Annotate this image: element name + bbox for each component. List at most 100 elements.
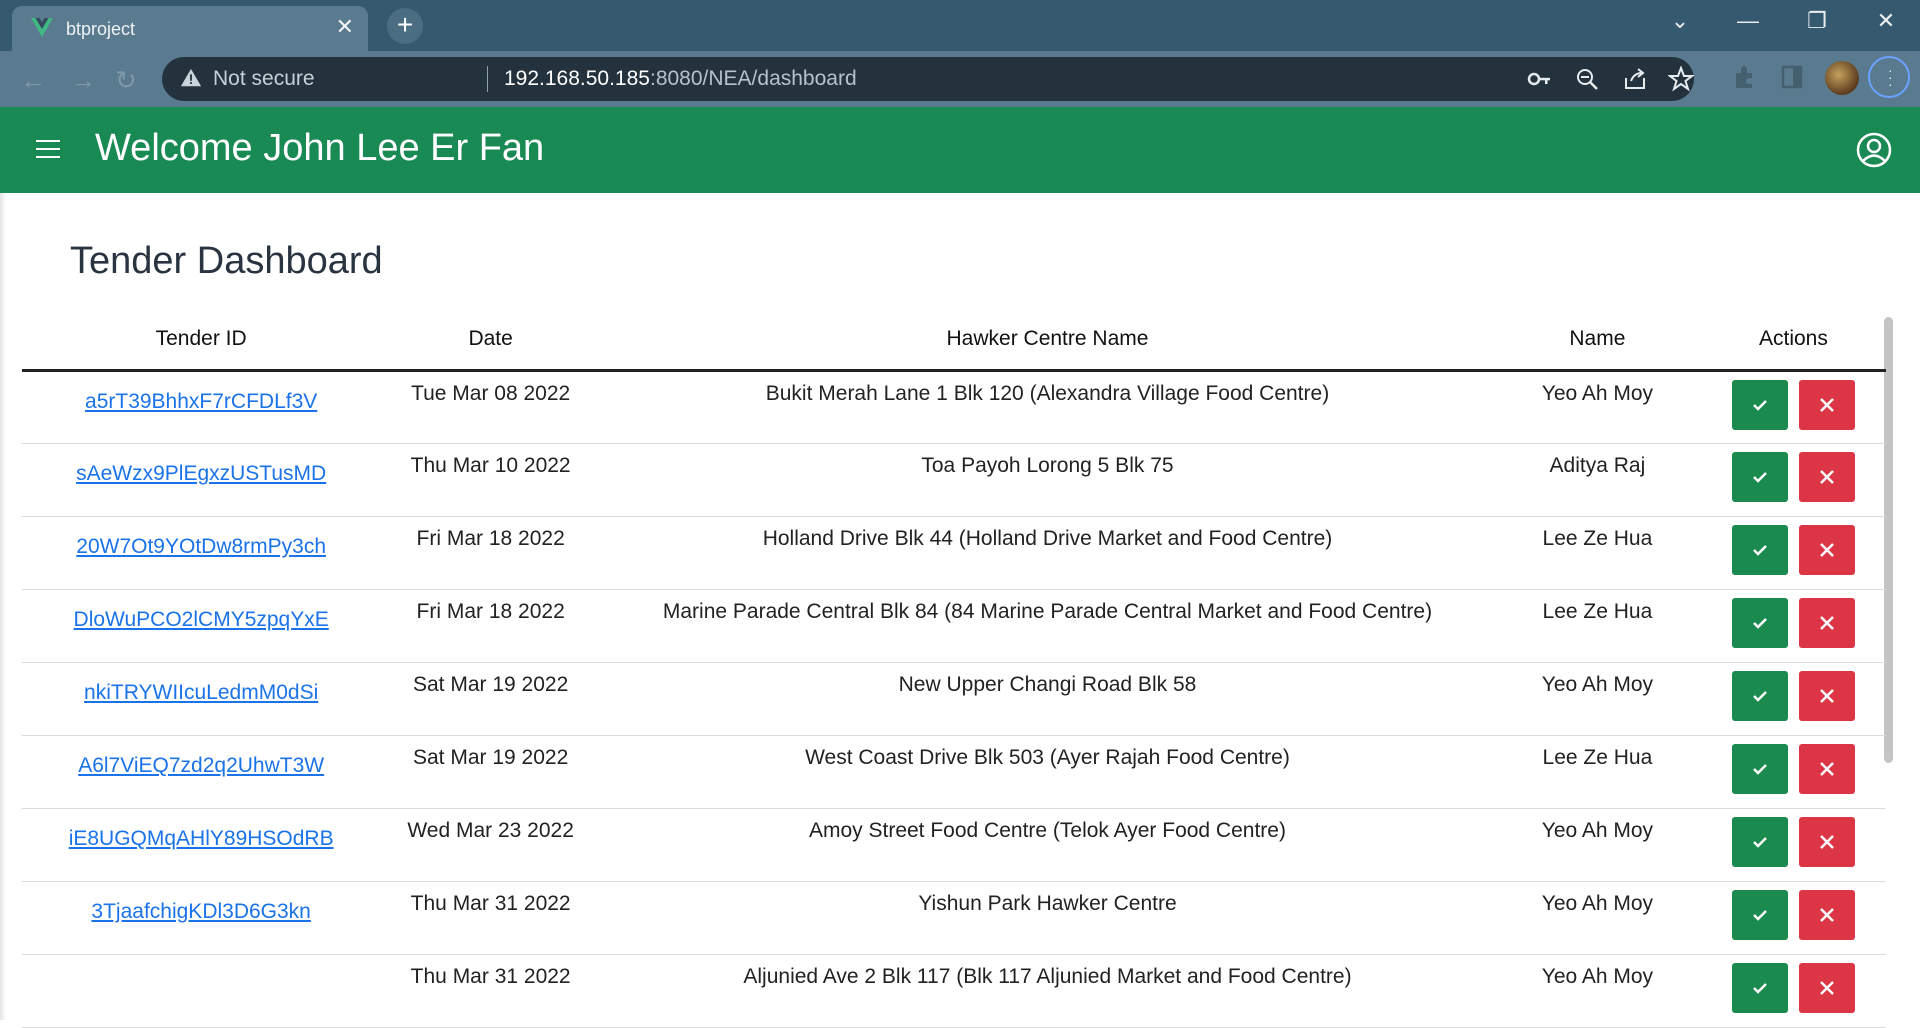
applicant-name-cell: Lee Ze Hua [1493,589,1701,663]
reject-button[interactable] [1798,963,1855,1013]
profile-avatar[interactable] [1825,61,1859,95]
hawker-centre-cell: Marine Parade Central Blk 84 (84 Marine … [600,589,1494,663]
hawker-centre-cell: Toa Payoh Lorong 5 Blk 75 [600,443,1494,517]
applicant-name-cell: Yeo Ah Moy [1493,662,1701,736]
hawker-centre-cell: Yishun Park Hawker Centre [600,881,1494,955]
actions-cell [1700,735,1886,809]
address-bar[interactable]: Not secure 192.168.50.185:8080/NEA/dashb… [162,57,1694,101]
column-header-tender-id: Tender ID [22,309,381,372]
date-cell: Thu Mar 31 2022 [380,881,601,955]
tender-id-cell: nkiTRYWIIcuLedmM0dSi [22,662,381,736]
share-icon[interactable] [1622,66,1648,92]
tender-id-link[interactable]: iE8UGQMqAHlY89HSOdRB [69,827,334,851]
check-icon [1732,963,1788,1013]
close-window-icon[interactable]: ✕ [1866,8,1906,34]
table-row: nkiTRYWIIcuLedmM0dSi Sat Mar 19 2022 New U… [22,662,1886,736]
reject-button[interactable] [1798,598,1855,648]
reject-button[interactable] [1798,744,1855,794]
approve-button[interactable] [1731,744,1788,794]
table-row: iE8UGQMqAHlY89HSOdRB Wed Mar 23 2022 Amoy … [22,808,1886,882]
close-icon [1799,744,1855,794]
approve-button[interactable] [1731,452,1788,502]
main-content: Tender Dashboard Tender ID Date Hawker C… [0,193,1920,1028]
restore-icon[interactable]: ❐ [1797,8,1837,34]
date-cell: Thu Mar 10 2022 [380,443,601,517]
actions-cell [1700,443,1886,517]
tender-id-link[interactable]: 20W7Ot9YOtDw8rmPy3ch [76,535,326,559]
browser-toolbar: ← → ↻ Not secure 192.168.50.185:8080/NEA… [0,51,1920,107]
tender-id-cell: A6l7ViEQ7zd2q2UhwT3W [22,735,381,809]
reject-button[interactable] [1798,525,1855,575]
column-header-name: Name [1493,309,1701,372]
approve-button[interactable] [1731,890,1788,940]
tender-id-link[interactable]: nkiTRYWIIcuLedmM0dSi [84,681,318,705]
approve-button[interactable] [1731,963,1788,1013]
approve-button[interactable] [1731,671,1788,721]
tab-close-icon[interactable]: ✕ [336,14,354,40]
zoom-out-icon[interactable] [1574,66,1600,92]
sidebar-icon[interactable] [1778,63,1806,91]
table-row: sAeWzx9PlEgxzUSTusMD Thu Mar 10 2022 Toa P… [22,443,1886,517]
reject-button[interactable] [1798,452,1855,502]
check-icon [1732,817,1788,867]
tab-title: btproject [66,19,136,39]
reject-button[interactable] [1798,671,1855,721]
tender-id-cell [22,954,381,1028]
reject-button[interactable] [1798,380,1855,430]
approve-button[interactable] [1731,525,1788,575]
tender-id-link[interactable]: DloWuPCO2lCMY5zpqYxE [74,608,329,632]
close-icon [1799,671,1855,721]
check-icon [1732,525,1788,575]
approve-button[interactable] [1731,817,1788,867]
drawer-edge [0,193,6,1020]
reject-button[interactable] [1798,890,1855,940]
check-icon [1732,890,1788,940]
tab-search-icon[interactable]: ⌄ [1660,8,1700,34]
approve-button[interactable] [1731,380,1788,430]
user-account-icon[interactable] [1856,132,1892,168]
reload-icon[interactable]: ↻ [115,65,137,96]
tender-id-link[interactable]: 3TjaafchigKDl3D6G3kn [91,900,310,924]
approve-button[interactable] [1731,598,1788,648]
date-cell: Fri Mar 18 2022 [380,589,601,663]
hawker-centre-cell: Bukit Merah Lane 1 Blk 120 (Alexandra Vi… [600,370,1494,444]
applicant-name-cell: Lee Ze Hua [1493,516,1701,590]
table-row: 20W7Ot9YOtDw8rmPy3ch Fri Mar 18 2022 Holla… [22,516,1886,590]
star-icon[interactable] [1668,66,1694,92]
hawker-centre-cell: Aljunied Ave 2 Blk 117 (Blk 117 Aljunied… [600,954,1494,1028]
minimize-icon[interactable]: — [1728,8,1768,34]
reject-button[interactable] [1798,817,1855,867]
back-icon[interactable]: ← [20,65,46,96]
actions-cell [1700,516,1886,590]
menu-icon[interactable]: · · · [1868,56,1910,98]
applicant-name-cell: Aditya Raj [1493,443,1701,517]
tender-id-cell: 20W7Ot9YOtDw8rmPy3ch [22,516,381,590]
new-tab-button[interactable]: + [387,8,423,44]
date-cell: Sat Mar 19 2022 [380,662,601,736]
url-text[interactable]: 192.168.50.185:8080/NEA/dashboard [504,67,857,91]
applicant-name-cell: Yeo Ah Moy [1493,808,1701,882]
close-icon [1799,598,1855,648]
actions-cell [1700,954,1886,1028]
warning-icon [180,68,202,87]
key-icon[interactable] [1526,66,1552,92]
close-icon [1799,380,1855,430]
tender-id-link[interactable]: A6l7ViEQ7zd2q2UhwT3W [78,754,324,778]
url-path: :8080/NEA/dashboard [649,67,857,90]
tender-id-cell: a5rT39BhhxF7rCFDLf3V [22,370,381,444]
hawker-centre-cell: Amoy Street Food Centre (Telok Ayer Food… [600,808,1494,882]
date-cell: Wed Mar 23 2022 [380,808,601,882]
extensions-icon[interactable] [1730,63,1758,91]
omnibox-divider [487,66,488,92]
vue-favicon-icon [31,18,53,37]
tender-id-link[interactable]: a5rT39BhhxF7rCFDLf3V [85,390,317,414]
hawker-centre-cell: West Coast Drive Blk 503 (Ayer Rajah Foo… [600,735,1494,809]
browser-tab[interactable]: btproject ✕ [12,6,368,51]
forward-icon[interactable]: → [70,65,96,96]
tender-id-cell: sAeWzx9PlEgxzUSTusMD [22,443,381,517]
hamburger-menu-icon[interactable] [36,140,60,160]
tender-id-link[interactable]: sAeWzx9PlEgxzUSTusMD [76,462,326,486]
security-status[interactable]: Not secure [213,67,315,91]
date-cell: Thu Mar 31 2022 [380,954,601,1028]
close-icon [1799,452,1855,502]
